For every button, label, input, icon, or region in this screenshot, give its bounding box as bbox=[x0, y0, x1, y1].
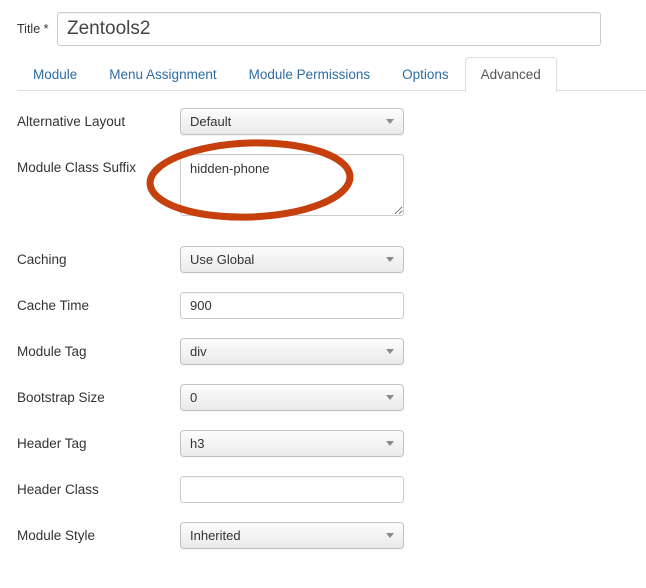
control-caching: Use Global bbox=[180, 246, 404, 273]
tab-bar: Module Menu Assignment Module Permission… bbox=[17, 56, 646, 92]
tab-menu-assignment[interactable]: Menu Assignment bbox=[93, 58, 232, 92]
input-cache-time[interactable] bbox=[180, 292, 404, 319]
textarea-module-class-suffix[interactable]: hidden-phone bbox=[180, 154, 404, 216]
label-bootstrap-size: Bootstrap Size bbox=[17, 390, 105, 405]
field-row-caching: Caching Use Global bbox=[0, 246, 646, 292]
control-module-class-suffix: hidden-phone bbox=[180, 154, 404, 221]
select-bootstrap-size[interactable]: 0 bbox=[180, 384, 404, 411]
tab-options[interactable]: Options bbox=[386, 58, 465, 92]
tab-module[interactable]: Module bbox=[17, 58, 93, 92]
field-row-header-class: Header Class bbox=[0, 476, 646, 522]
label-cache-time: Cache Time bbox=[17, 298, 90, 313]
title-input[interactable] bbox=[57, 12, 601, 46]
select-module-style[interactable]: Inherited bbox=[180, 522, 404, 549]
field-row-alternative-layout: Alternative Layout Default bbox=[0, 108, 646, 154]
control-module-tag: div bbox=[180, 338, 404, 365]
label-alternative-layout: Alternative Layout bbox=[17, 114, 126, 129]
field-row-module-style: Module Style Inherited bbox=[0, 522, 646, 568]
select-header-tag[interactable]: h3 bbox=[180, 430, 404, 457]
field-row-module-class-suffix: Module Class Suffix hidden-phone bbox=[0, 154, 646, 246]
title-label: Title * bbox=[17, 21, 49, 36]
control-module-style: Inherited bbox=[180, 522, 404, 549]
select-module-tag[interactable]: div bbox=[180, 338, 404, 365]
select-caching[interactable]: Use Global bbox=[180, 246, 404, 273]
label-module-style: Module Style bbox=[17, 528, 96, 543]
control-cache-time bbox=[180, 292, 404, 319]
control-bootstrap-size: 0 bbox=[180, 384, 404, 411]
advanced-tab-panel: Alternative Layout Default Module Class … bbox=[0, 108, 646, 568]
field-row-bootstrap-size: Bootstrap Size 0 bbox=[0, 384, 646, 430]
tab-advanced[interactable]: Advanced bbox=[464, 56, 557, 92]
label-header-class: Header Class bbox=[17, 482, 99, 497]
label-caching: Caching bbox=[17, 252, 67, 267]
title-field-row: Title * bbox=[0, 0, 646, 58]
control-header-class bbox=[180, 476, 404, 503]
control-header-tag: h3 bbox=[180, 430, 404, 457]
tab-module-permissions[interactable]: Module Permissions bbox=[233, 58, 387, 92]
label-header-tag: Header Tag bbox=[17, 436, 87, 451]
control-alternative-layout: Default bbox=[180, 108, 404, 135]
label-module-tag: Module Tag bbox=[17, 344, 87, 359]
label-module-class-suffix: Module Class Suffix bbox=[17, 160, 137, 175]
field-row-cache-time: Cache Time bbox=[0, 292, 646, 338]
input-header-class[interactable] bbox=[180, 476, 404, 503]
field-row-header-tag: Header Tag h3 bbox=[0, 430, 646, 476]
field-row-module-tag: Module Tag div bbox=[0, 338, 646, 384]
select-alternative-layout[interactable]: Default bbox=[180, 108, 404, 135]
